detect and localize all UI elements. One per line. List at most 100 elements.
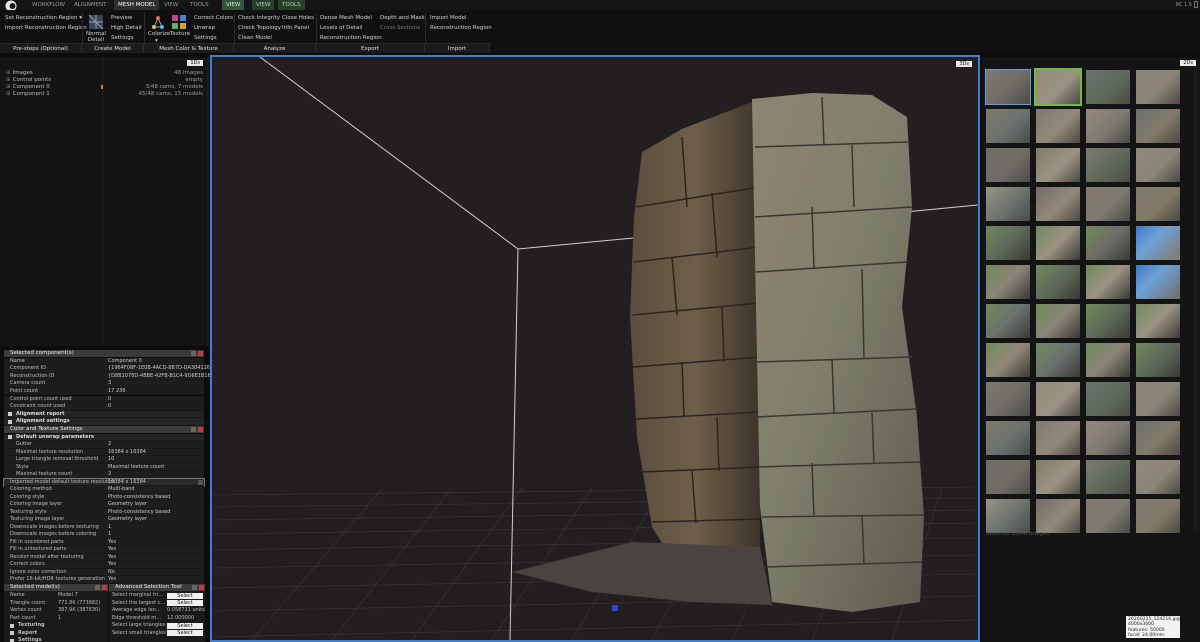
image-thumbnail[interactable]	[986, 265, 1030, 299]
image-thumbnail[interactable]	[1136, 109, 1180, 143]
image-thumbnail[interactable]	[1086, 109, 1130, 143]
high-detail-button[interactable]: High Detail	[111, 25, 142, 31]
check-topology-button[interactable]: Check Topology	[238, 25, 281, 31]
image-thumbnail[interactable]	[1136, 70, 1180, 104]
dense-mesh-model-button[interactable]: Dense Mesh Model	[320, 15, 372, 21]
image-thumbnail[interactable]	[1086, 226, 1130, 260]
image-thumbnail[interactable]	[1136, 421, 1180, 455]
image-thumbnail[interactable]	[986, 382, 1030, 416]
tree-view-badge[interactable]: 1Ds	[187, 60, 203, 66]
colorize-icon[interactable]	[150, 15, 166, 31]
image-thumbnail[interactable]	[1034, 68, 1082, 106]
image-thumbnail[interactable]	[986, 499, 1030, 533]
image-thumbnail[interactable]	[986, 226, 1030, 260]
tab-alignment[interactable]: ALIGNMENT	[70, 0, 111, 10]
select-button[interactable]: Select	[167, 630, 203, 637]
tab-mesh-model[interactable]: MESH MODEL	[114, 0, 160, 10]
image-thumbnail[interactable]	[1136, 148, 1180, 182]
property-row[interactable]: Texturing style Photo-consistency based	[4, 508, 204, 516]
panel-close-icon[interactable]	[198, 427, 203, 432]
panel-close-icon[interactable]	[198, 351, 203, 356]
tab-view-2[interactable]: VIEW	[222, 0, 245, 10]
image-thumbnail[interactable]	[1036, 460, 1080, 494]
image-thumbnail[interactable]	[1136, 343, 1180, 377]
image-thumbnail[interactable]	[986, 343, 1030, 377]
expand-icon[interactable]	[8, 412, 12, 417]
property-row[interactable]: Coloring style Photo-consistency based	[4, 493, 204, 501]
image-thumbnail[interactable]	[1036, 499, 1080, 533]
image-thumbnail[interactable]	[986, 421, 1030, 455]
property-row[interactable]: Maximal texture resolution 16384 x 16384	[4, 448, 204, 456]
expand-icon[interactable]	[10, 623, 14, 628]
image-thumbnail[interactable]	[1036, 343, 1080, 377]
property-row[interactable]: Fill in untextured parts Yes	[4, 546, 204, 554]
default-unwrap-parameters-section[interactable]: Default unwrap parameters	[4, 433, 204, 441]
image-thumbnail[interactable]	[1086, 499, 1130, 533]
import-reconstruction-region-button-2[interactable]: Reconstruction Region	[430, 25, 492, 31]
expandable-section[interactable]: Alignment report	[4, 410, 204, 419]
texture-settings-button[interactable]: Settings	[194, 35, 217, 41]
image-thumbnail[interactable]	[1036, 421, 1080, 455]
property-row[interactable]: Style Maximal texture count	[4, 463, 204, 471]
image-thumbnail[interactable]	[1136, 499, 1180, 533]
property-row[interactable]: Control point count used 0	[4, 395, 204, 403]
image-thumbnail[interactable]	[1086, 460, 1130, 494]
image-thumbnail[interactable]	[1136, 382, 1180, 416]
property-row[interactable]: Maximal texture count 2	[4, 471, 204, 479]
property-row[interactable]: Large triangle removal threshold 10	[4, 456, 204, 464]
tab-view-3[interactable]: VIEW	[252, 0, 275, 10]
image-thumbnail[interactable]	[1086, 343, 1130, 377]
tree-item-component-1[interactable]: ⊞ Component 1	[6, 91, 50, 97]
preview-button[interactable]: Preview	[111, 15, 132, 21]
select-button[interactable]: Select	[167, 592, 203, 599]
property-row[interactable]: Point count 17 236	[4, 387, 204, 396]
color-texture-settings-header[interactable]: Color and Texture Settings	[4, 426, 204, 433]
tool-value[interactable]: 12.000000	[167, 615, 194, 623]
advanced-selection-tool-header[interactable]: Advanced Selection Tool	[109, 584, 205, 591]
expandable-section[interactable]: Alignment settings	[4, 418, 204, 426]
colorize-button[interactable]: Colorize	[148, 31, 170, 37]
select-button[interactable]: Select	[167, 600, 203, 607]
tree-item-component-0[interactable]: ⊞ Component 0	[6, 84, 50, 90]
create-model-settings-button[interactable]: Settings	[111, 35, 134, 41]
image-thumbnail[interactable]	[1136, 304, 1180, 338]
image-thumbnail[interactable]	[986, 460, 1030, 494]
expandable-section[interactable]: Settings	[18, 637, 42, 642]
expand-icon[interactable]	[10, 631, 14, 635]
property-row[interactable]: Texturing image layer Geometry layer	[4, 516, 204, 524]
panel-close-icon[interactable]	[199, 585, 204, 590]
import-reconstruction-region-button[interactable]: Import Reconstruction Region	[5, 25, 87, 31]
selected-components-header[interactable]: Selected component(s)	[4, 350, 204, 357]
export-reconstruction-region-button[interactable]: Reconstruction Region	[320, 35, 382, 41]
property-row[interactable]: Name Component 0	[4, 357, 204, 365]
texture-button[interactable]: Texture	[170, 31, 190, 37]
window-icon[interactable]	[1194, 1, 1198, 8]
dropdown-button[interactable]	[198, 479, 203, 485]
property-row[interactable]: Component ID {1964F08F-1E0B-4ACD-8B7D-DA3…	[4, 365, 215, 373]
correct-colors-button[interactable]: Correct Colors	[194, 15, 233, 21]
panel-pin-icon[interactable]	[192, 585, 197, 590]
property-row[interactable]: Coloring method Multi-band	[4, 486, 204, 494]
expand-icon[interactable]	[8, 419, 12, 424]
image-thumbnail[interactable]	[1136, 187, 1180, 221]
3d-scene[interactable]	[212, 57, 978, 640]
texture-icon[interactable]	[171, 14, 187, 30]
select-button[interactable]: Select	[167, 622, 203, 629]
image-thumbnail[interactable]	[1086, 148, 1130, 182]
unwrap-button[interactable]: Unwrap	[194, 25, 215, 31]
image-thumbnail[interactable]	[1036, 109, 1080, 143]
property-row[interactable]: Prefer 16-bit/HDR textures generation Yes	[4, 576, 204, 584]
panel-close-icon[interactable]	[102, 585, 107, 590]
expandable-section[interactable]: Texturing	[18, 622, 45, 630]
property-row[interactable]: Recolor model after texturing Yes	[4, 553, 204, 561]
depth-and-mask-button[interactable]: Depth and Mask	[380, 15, 425, 21]
mesh-icon[interactable]	[88, 14, 104, 30]
expand-icon[interactable]	[10, 638, 14, 642]
property-row[interactable]: Camera count 3	[4, 380, 204, 388]
image-thumbnail[interactable]	[985, 69, 1031, 105]
image-thumbnail[interactable]	[986, 304, 1030, 338]
panel-pin-icon[interactable]	[191, 351, 196, 356]
tree-item-control-points[interactable]: ⊞ Control points	[6, 77, 51, 83]
image-thumbnail[interactable]	[1036, 187, 1080, 221]
image-thumbnail[interactable]	[1136, 265, 1180, 299]
